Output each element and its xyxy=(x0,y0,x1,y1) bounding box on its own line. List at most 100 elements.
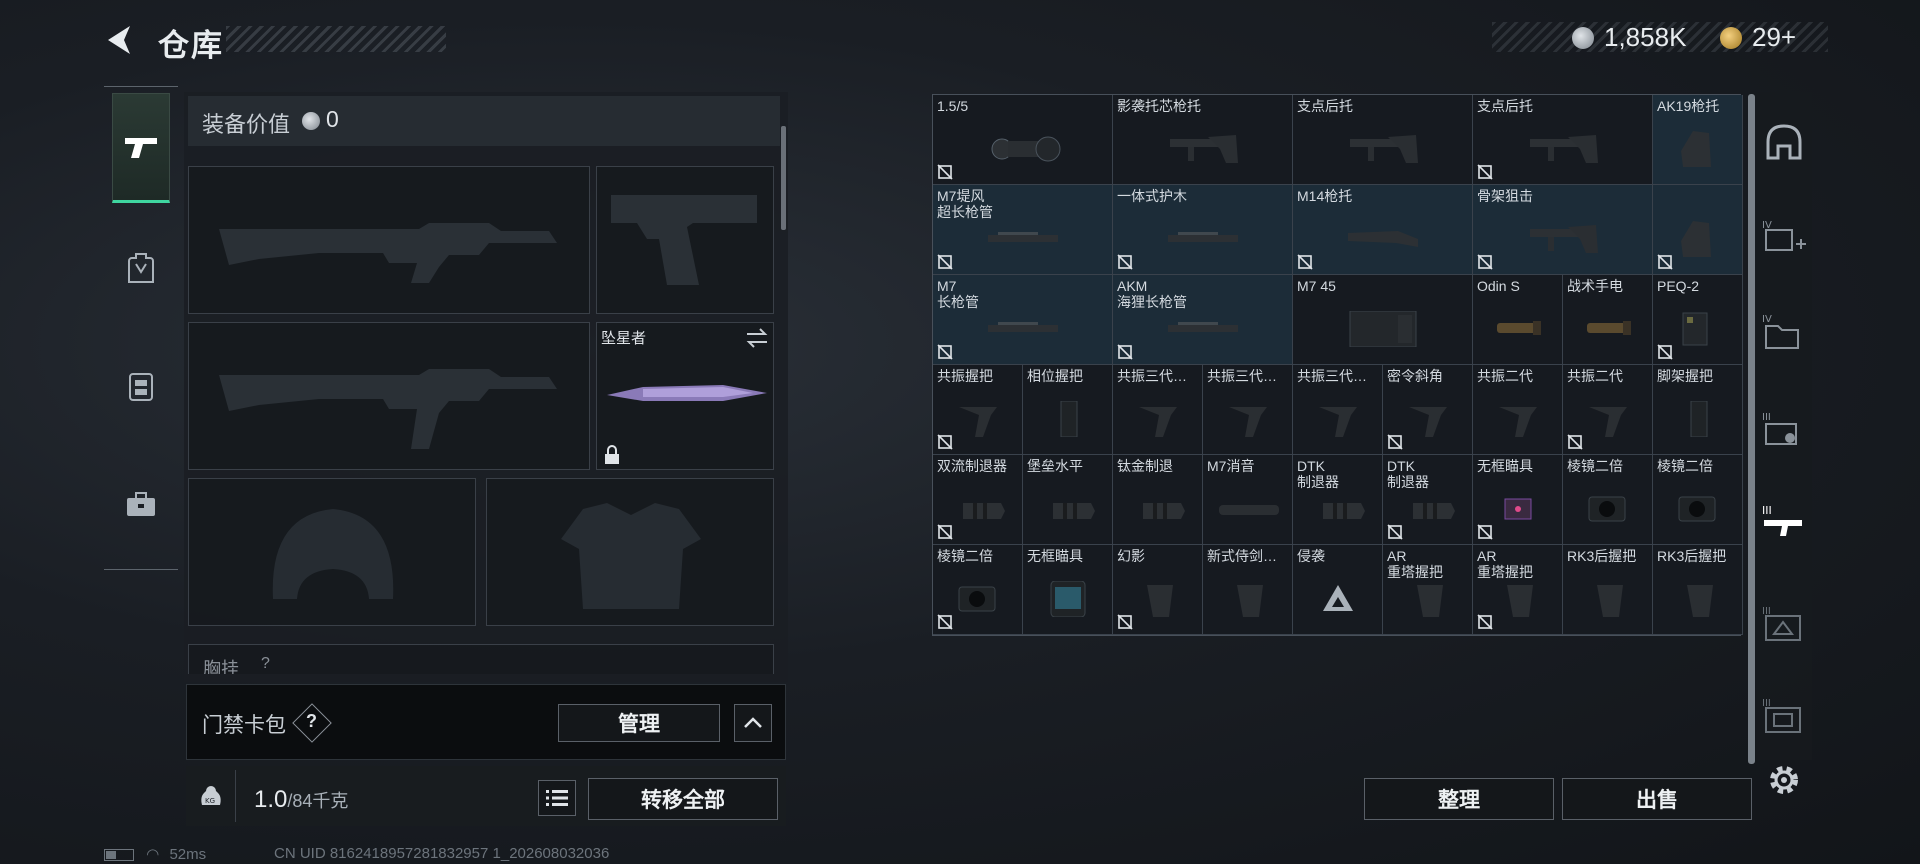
primary-weapon-slot[interactable] xyxy=(188,166,590,314)
helmet-silhouette-icon xyxy=(272,509,394,599)
category-folder[interactable]: IV xyxy=(1760,302,1808,362)
inventory-item[interactable]: 钛金制退 xyxy=(1113,455,1203,545)
inventory-item[interactable]: RK3后握把 xyxy=(1653,545,1743,635)
melee-slot[interactable]: 坠星者 xyxy=(596,322,774,470)
inventory-item[interactable]: 双流制退器 xyxy=(933,455,1023,545)
category-box[interactable]: III xyxy=(1760,686,1808,746)
inventory-item[interactable]: 密令斜角 xyxy=(1383,365,1473,455)
item-label: 共振握把 xyxy=(937,368,993,384)
collapse-button[interactable] xyxy=(734,704,772,742)
inventory-item[interactable]: 堡垒水平 xyxy=(1023,455,1113,545)
inventory-item[interactable]: 骨架狙击 xyxy=(1473,185,1653,275)
equipment-scrollbar[interactable] xyxy=(781,126,786,230)
inventory-item[interactable]: 新式侍剑… xyxy=(1203,545,1293,635)
item-label: 共振三代… xyxy=(1117,368,1187,384)
item-label: 共振二代 xyxy=(1477,368,1533,384)
inventory-item[interactable]: DTK 制退器 xyxy=(1293,455,1383,545)
inventory-item[interactable]: 侵袭 xyxy=(1293,545,1383,635)
secondary-weapon-slot[interactable] xyxy=(596,166,774,314)
nav-weapons[interactable] xyxy=(112,93,170,203)
inventory-item[interactable]: AKM 海狸长枪管 xyxy=(1113,275,1293,365)
inventory-item[interactable]: 支点后托 xyxy=(1293,95,1473,185)
category-crate[interactable]: III xyxy=(1760,594,1808,654)
inventory-item[interactable]: M7 45 xyxy=(1293,275,1473,365)
gold-coin-icon[interactable] xyxy=(1720,27,1742,49)
grip-icon xyxy=(1589,407,1627,437)
nav-vest[interactable] xyxy=(112,331,170,441)
battery-icon xyxy=(104,849,134,862)
inventory-item[interactable]: 支点后托 xyxy=(1473,95,1653,185)
inventory-item[interactable]: 共振二代 xyxy=(1473,365,1563,455)
swap-icon[interactable] xyxy=(745,327,769,349)
settings-button[interactable] xyxy=(1764,760,1804,800)
inventory-item[interactable]: M7堤风 超长枪管 xyxy=(933,185,1113,275)
inventory-item[interactable]: 影袭托芯枪托 xyxy=(1113,95,1293,185)
manage-button[interactable]: 管理 xyxy=(558,704,720,742)
armor-slot[interactable] xyxy=(486,478,774,626)
inventory-item[interactable]: 相位握把 xyxy=(1023,365,1113,455)
inventory-item[interactable]: PEQ-2 xyxy=(1653,275,1743,365)
knife-icon xyxy=(607,385,767,401)
inventory-item[interactable]: DTK 制退器 xyxy=(1383,455,1473,545)
item-label: Odin S xyxy=(1477,278,1520,294)
transfer-all-button[interactable]: 转移全部 xyxy=(588,778,778,820)
helmet-slot[interactable] xyxy=(188,478,476,626)
inventory-item[interactable]: M7消音 xyxy=(1203,455,1293,545)
inventory-item[interactable]: 一体式护木 xyxy=(1113,185,1293,275)
sell-button[interactable]: 出售 xyxy=(1562,778,1752,820)
inventory-item[interactable]: RK3后握把 xyxy=(1563,545,1653,635)
inventory-item[interactable]: 幻影 xyxy=(1113,545,1203,635)
inventory-item[interactable]: 棱镜二倍 xyxy=(1563,455,1653,545)
kettlebell-icon: KG xyxy=(200,786,221,805)
inventory-item[interactable]: M14枪托 xyxy=(1293,185,1473,275)
gear-icon xyxy=(1770,766,1798,794)
inventory-item[interactable]: 棱镜二倍 xyxy=(933,545,1023,635)
gold-currency[interactable]: 29+ xyxy=(1752,22,1796,53)
weight-icon: KG xyxy=(186,770,236,822)
inventory-item[interactable]: 共振三代… xyxy=(1113,365,1203,455)
inventory-item[interactable]: Odin S xyxy=(1473,275,1563,365)
category-ammo[interactable]: III xyxy=(1760,400,1808,460)
primary-weapon-slot-2[interactable] xyxy=(188,322,590,470)
item-label: 支点后托 xyxy=(1297,98,1353,114)
inventory-item[interactable]: 无框瞄具 xyxy=(1473,455,1563,545)
sort-button[interactable]: 整理 xyxy=(1364,778,1554,820)
item-label: AK19枪托 xyxy=(1657,98,1720,114)
pistol-grip-icon xyxy=(1237,585,1263,617)
red-dot-icon xyxy=(1504,498,1532,520)
inventory-item[interactable]: 共振三代… xyxy=(1203,365,1293,455)
back-button[interactable] xyxy=(100,20,140,60)
nav-backpack[interactable] xyxy=(112,213,170,323)
mag-icon xyxy=(1349,311,1417,347)
inventory-item[interactable] xyxy=(1653,185,1743,275)
no-trade-icon xyxy=(1297,254,1313,270)
warehouse-scrollbar[interactable] xyxy=(1748,94,1755,764)
no-trade-icon xyxy=(937,344,953,360)
category-armor[interactable]: IV xyxy=(1760,208,1808,268)
item-label: 支点后托 xyxy=(1477,98,1533,114)
category-helmet[interactable] xyxy=(1760,112,1808,172)
inventory-item[interactable]: 共振三代… xyxy=(1293,365,1383,455)
vest-icon xyxy=(129,373,153,401)
inventory-item[interactable]: 脚架握把 xyxy=(1653,365,1743,455)
inventory-item[interactable]: 共振二代 xyxy=(1563,365,1653,455)
item-label: 双流制退器 xyxy=(937,458,1007,474)
inventory-item[interactable]: AK19枪托 xyxy=(1653,95,1743,185)
inventory-item[interactable]: 共振握把 xyxy=(933,365,1023,455)
category-rifle-parts[interactable]: III xyxy=(1760,494,1808,554)
weight-current: 1.0 xyxy=(254,786,288,813)
inventory-item[interactable]: M7 长枪管 xyxy=(933,275,1113,365)
list-view-button[interactable] xyxy=(538,780,576,816)
inventory-item[interactable]: 1.5/5 xyxy=(933,95,1113,185)
svg-text:III: III xyxy=(1762,412,1771,423)
inventory-item[interactable]: 战术手电 xyxy=(1563,275,1653,365)
inventory-item[interactable]: AR 重塔握把 xyxy=(1473,545,1563,635)
nav-toolbox[interactable] xyxy=(112,449,170,559)
no-trade-icon xyxy=(937,614,953,630)
inventory-item[interactable]: AR 重塔握把 xyxy=(1383,545,1473,635)
inventory-item[interactable]: 棱镜二倍 xyxy=(1653,455,1743,545)
wifi-icon: ◠ xyxy=(146,846,160,863)
rifle-stock-icon xyxy=(1348,231,1418,247)
inventory-item[interactable]: 无框瞄具 xyxy=(1023,545,1113,635)
chest-rig-slot[interactable]: 胸挂 ? xyxy=(188,644,774,674)
